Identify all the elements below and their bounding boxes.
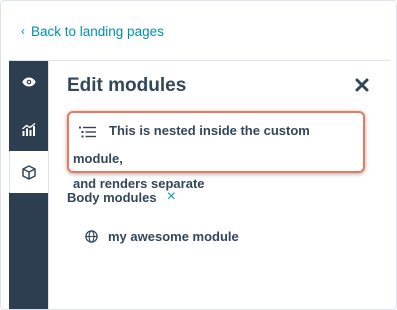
edit-modules-panel: Edit modules This is nested inside the c… xyxy=(48,61,390,309)
body-modules-label: Body modules xyxy=(67,189,157,205)
nested-item-line1: This is nested inside the custom module, xyxy=(73,123,310,166)
close-icon[interactable] xyxy=(354,77,370,93)
module-label: my awesome module xyxy=(108,229,239,244)
panel-title: Edit modules xyxy=(67,75,187,96)
rail-item-analytics[interactable] xyxy=(9,108,48,150)
eye-icon xyxy=(21,77,36,87)
back-link-label: Back to landing pages xyxy=(31,23,164,39)
chevron-left-icon: ‹ xyxy=(21,24,25,38)
clear-x-icon[interactable]: × xyxy=(167,189,176,205)
body-modules-header: Body modules × xyxy=(67,189,176,205)
chart-icon xyxy=(21,122,35,136)
rail-item-modules[interactable] xyxy=(9,151,48,193)
list-icon xyxy=(79,126,96,138)
cube-icon xyxy=(22,164,36,180)
rail-item-preview[interactable] xyxy=(9,61,48,103)
sidebar-rail xyxy=(9,61,48,309)
app-window: ‹ Back to landing pages Edit modules Thi… xyxy=(0,0,397,310)
back-to-landing-pages-link[interactable]: ‹ Back to landing pages xyxy=(21,22,164,40)
module-item[interactable]: my awesome module xyxy=(85,229,239,244)
nested-module-item[interactable]: This is nested inside the custom module,… xyxy=(73,117,359,195)
globe-icon xyxy=(85,230,98,243)
top-bar: ‹ Back to landing pages xyxy=(9,1,390,61)
